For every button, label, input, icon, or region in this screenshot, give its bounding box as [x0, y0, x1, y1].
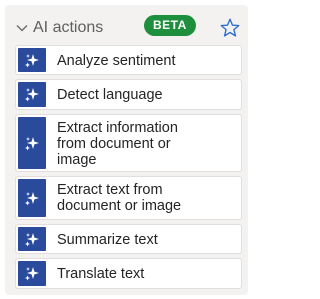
ai-actions-panel: AI actions BETA Analyze sentiment Detect… — [5, 5, 248, 295]
section-header[interactable]: AI actions BETA — [5, 15, 248, 41]
chevron-down-icon[interactable] — [15, 21, 29, 35]
action-label: Summarize text — [57, 232, 158, 248]
star-icon[interactable] — [219, 17, 241, 39]
action-icon-tile — [18, 261, 46, 286]
section-title: AI actions — [33, 19, 104, 36]
action-icon-tile — [18, 82, 46, 107]
action-analyze-sentiment[interactable]: Analyze sentiment — [15, 45, 242, 75]
action-icon-tile — [18, 179, 46, 217]
action-icon-tile — [18, 48, 46, 72]
sparkle-icon — [25, 137, 39, 151]
action-icon-tile — [18, 117, 46, 169]
beta-badge: BETA — [144, 15, 196, 36]
action-label: Extract text from document or image — [57, 182, 182, 214]
action-translate-text[interactable]: Translate text — [15, 258, 242, 289]
action-detect-language[interactable]: Detect language — [15, 79, 242, 110]
action-extract-information[interactable]: Extract information from document or ima… — [15, 114, 242, 172]
sparkle-icon — [25, 192, 39, 206]
action-label: Extract information from document or ima… — [57, 120, 178, 168]
action-icon-tile — [18, 227, 46, 251]
sparkle-icon — [25, 54, 39, 68]
sparkle-icon — [25, 267, 39, 281]
sparkle-icon — [25, 88, 39, 102]
action-label: Translate text — [57, 266, 145, 282]
action-label: Analyze sentiment — [57, 53, 176, 69]
action-summarize-text[interactable]: Summarize text — [15, 224, 242, 254]
action-extract-text[interactable]: Extract text from document or image — [15, 176, 242, 220]
action-label: Detect language — [57, 87, 163, 103]
sparkle-icon — [25, 233, 39, 247]
